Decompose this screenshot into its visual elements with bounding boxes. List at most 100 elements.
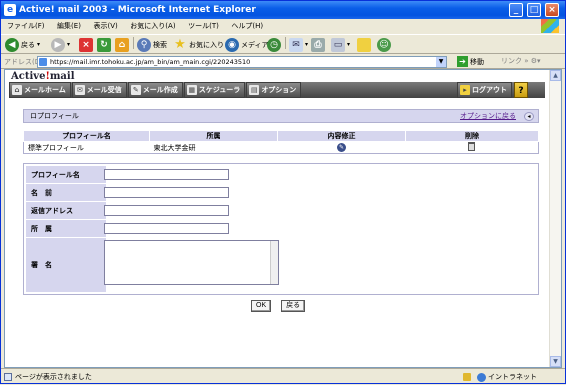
refresh-button[interactable]: ↻ (97, 37, 111, 53)
menu-view[interactable]: 表示(V) (93, 22, 117, 30)
profile-form: プロフィール名 名 前 返信アドレス 所 属 署 名 (23, 163, 539, 295)
ie-icon: e (4, 4, 16, 16)
links-button[interactable]: リンク » ⚙▾ (501, 56, 541, 66)
vertical-scrollbar[interactable]: ▲ ▼ (549, 70, 561, 367)
logout-icon: ▸ (460, 85, 470, 95)
field-label-affiliation: 所 属 (26, 220, 106, 237)
menu-tools[interactable]: ツール(T) (188, 22, 219, 30)
app-logo: Active!mail (11, 71, 75, 82)
ok-button[interactable]: OK (251, 300, 272, 312)
section-header: ロプロフィール オプションに戻る ◂ (23, 109, 539, 123)
logout-button[interactable]: ▸ ログアウト (457, 82, 512, 98)
maximize-button[interactable]: □ (527, 3, 541, 17)
column-header-affiliation: 所属 (149, 130, 278, 142)
options-icon: ▤ (249, 85, 260, 95)
print-icon: ⎙ (311, 38, 325, 52)
affiliation-input[interactable] (104, 223, 229, 234)
menu-favorites[interactable]: お気に入り(A) (130, 22, 175, 30)
toolbar-separator (133, 37, 134, 49)
textarea-scrollbar[interactable] (270, 241, 278, 284)
discuss-button[interactable] (357, 37, 371, 53)
back-button[interactable]: ◀ 戻る ▾ (5, 37, 40, 53)
history-button[interactable]: ◷ (267, 37, 281, 53)
home-icon: ⌂ (115, 38, 129, 52)
menu-file[interactable]: ファイル(F) (7, 22, 45, 30)
favorites-button[interactable]: ★ お気に入り (173, 37, 224, 53)
back-circle-icon[interactable]: ◂ (524, 112, 534, 121)
edit-icon[interactable]: ✎ (337, 143, 346, 152)
back-to-options-link[interactable]: オプションに戻る (460, 110, 516, 122)
print-button[interactable]: ⎙ (311, 37, 325, 53)
page-done-icon (4, 373, 12, 381)
stop-icon: × (79, 38, 93, 52)
forward-arrow-icon: ▶ (51, 38, 65, 52)
chevron-down-icon: ▾ (305, 41, 309, 48)
menu-help[interactable]: ヘルプ(H) (231, 22, 263, 30)
messenger-button[interactable]: ☺ (377, 37, 391, 53)
help-button[interactable]: ? (514, 82, 528, 98)
lock-icon (463, 373, 471, 381)
chevron-down-icon: ▾ (67, 41, 71, 48)
stop-button[interactable]: × (79, 37, 93, 53)
window-title: Active! mail 2003 - Microsoft Internet E… (19, 5, 256, 15)
signature-textarea[interactable] (104, 240, 279, 285)
field-label-signature: 署 名 (26, 238, 106, 292)
close-button[interactable]: × (545, 3, 559, 17)
forward-button[interactable]: ▶ ▾ (51, 37, 70, 53)
nav-options[interactable]: ▤ オプション (246, 82, 302, 98)
menu-edit[interactable]: 編集(E) (57, 22, 81, 30)
search-icon: ⚲ (137, 38, 151, 52)
home-icon: ⌂ (12, 85, 22, 95)
refresh-icon: ↻ (97, 38, 111, 52)
affiliation-cell: 東北大学金研 (149, 141, 278, 154)
go-button[interactable]: ➔ 移動 (457, 56, 484, 67)
back-button-form[interactable]: 戻る (281, 300, 306, 312)
browser-toolbar: ◀ 戻る ▾ ▶ ▾ × ↻ ⌂ ⚲ 検索 ★ お気に入り ◉ メディア ◷ ✉… (1, 34, 565, 54)
nav-mail-receive[interactable]: ✉ メール受信 (71, 82, 127, 98)
table-row: 標準プロフィール 東北大学金研 ✎ (23, 141, 539, 154)
chevron-down-icon: ▾ (347, 41, 351, 48)
form-buttons: OK 戻る (251, 300, 306, 312)
profile-name-input[interactable] (104, 169, 229, 180)
page-icon (39, 58, 47, 66)
logout-group: ▸ ログアウト ? (457, 82, 528, 98)
go-arrow-icon: ➔ (457, 56, 468, 67)
field-label-profile-name: プロフィール名 (26, 166, 106, 183)
inbox-icon: ✉ (74, 85, 85, 95)
status-bar: ページが表示されました イントラネット (1, 368, 565, 384)
menu-bar: ファイル(F) 編集(E) 表示(V) お気に入り(A) ツール(T) ヘルプ(… (1, 19, 565, 33)
reply-address-input[interactable] (104, 205, 229, 216)
mail-button[interactable]: ✉ ▾ (289, 37, 308, 53)
nav-scheduler[interactable]: ▦ スケジューラ (183, 82, 246, 98)
scroll-down-icon[interactable]: ▼ (550, 356, 561, 367)
status-text: ページが表示されました (15, 373, 92, 381)
minimize-button[interactable]: _ (509, 3, 523, 17)
media-button[interactable]: ◉ メディア (225, 37, 269, 53)
calendar-icon: ▦ (186, 85, 197, 95)
scroll-up-icon[interactable]: ▲ (550, 70, 561, 81)
home-button[interactable]: ⌂ (115, 37, 129, 53)
page-content: ▲ ▼ Active!mail ⌂ メールホーム ✉ メール受信 ✎ メール作成… (4, 69, 562, 368)
section-title: ロプロフィール (30, 112, 79, 120)
edit-page-icon: ▭ (331, 38, 345, 52)
history-icon: ◷ (267, 38, 281, 52)
name-input[interactable] (104, 187, 229, 198)
column-header-profile-name: プロフィール名 (23, 130, 150, 142)
address-bar: アドレス(D) https://mail.imr.tohoku.ac.jp/am… (1, 55, 565, 69)
address-url: https://mail.imr.tohoku.ac.jp/am_bin/am_… (50, 58, 251, 66)
mail-icon: ✉ (289, 38, 303, 52)
trash-icon[interactable] (468, 142, 476, 151)
browser-window: e Active! mail 2003 - Microsoft Internet… (0, 0, 566, 384)
nav-mail-home[interactable]: ⌂ メールホーム (9, 82, 71, 98)
messenger-icon: ☺ (377, 38, 391, 52)
chevron-down-icon[interactable]: ▼ (436, 57, 446, 67)
chevron-down-icon: ▾ (37, 41, 41, 48)
address-input[interactable]: https://mail.imr.tohoku.ac.jp/am_bin/am_… (37, 56, 447, 68)
compose-icon: ✎ (130, 85, 141, 95)
search-button[interactable]: ⚲ 検索 (137, 37, 167, 53)
nav-mail-compose[interactable]: ✎ メール作成 (127, 82, 183, 98)
field-label-reply-address: 返信アドレス (26, 202, 106, 219)
edit-button[interactable]: ▭ ▾ (331, 37, 350, 53)
ext-icon: ⚙▾ (530, 57, 541, 65)
profile-name-cell: 標準プロフィール (23, 141, 150, 154)
